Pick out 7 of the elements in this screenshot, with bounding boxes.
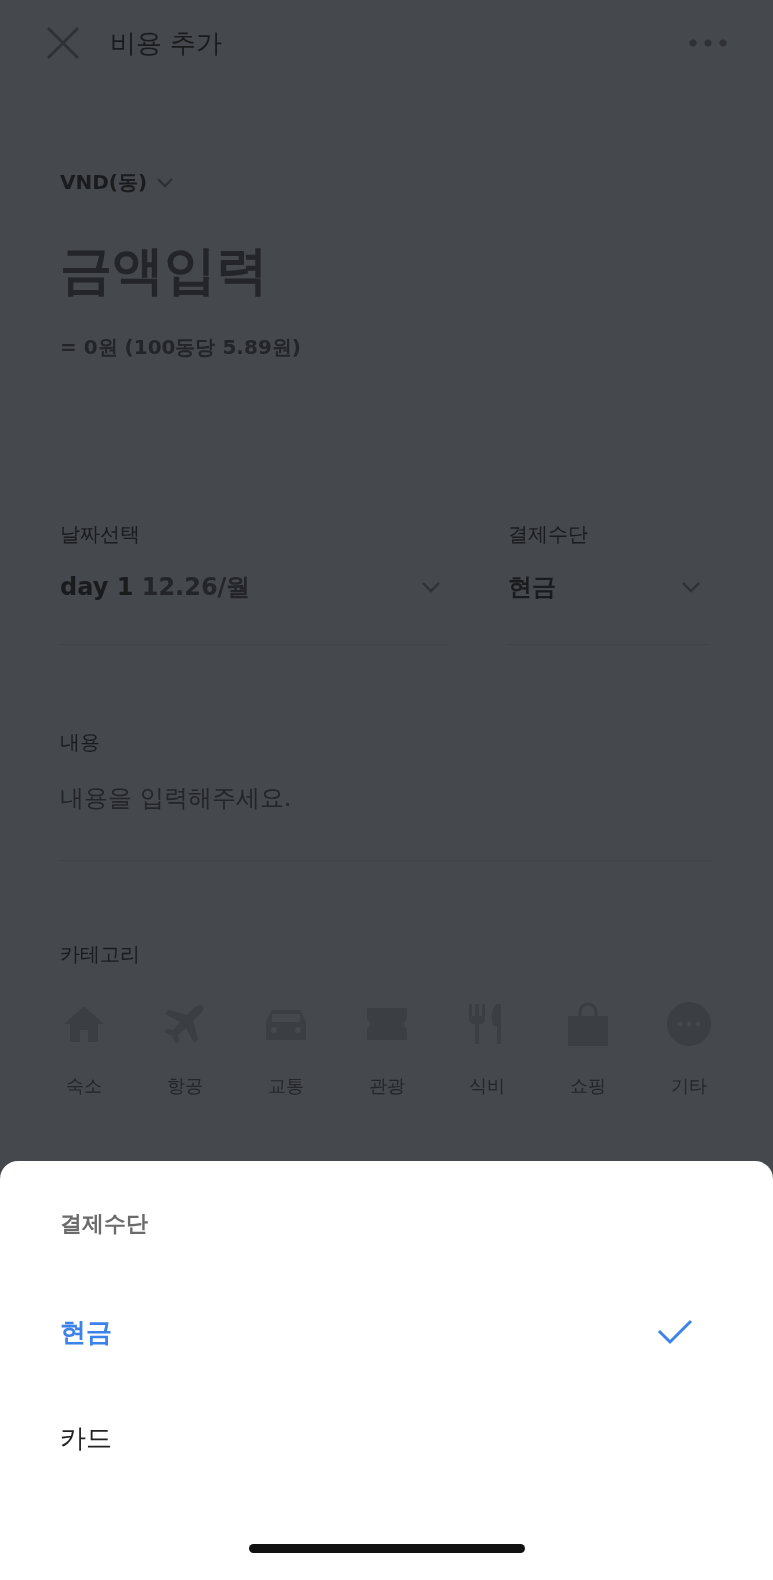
checkmark-icon (657, 1319, 693, 1345)
chevron-down-icon (422, 581, 440, 593)
chevron-down-icon[interactable] (157, 177, 174, 188)
sheet-title: 결제수단 (60, 1210, 149, 1238)
close-icon[interactable] (46, 26, 80, 60)
chevron-down-icon (682, 581, 700, 593)
more-icon[interactable] (689, 39, 727, 47)
